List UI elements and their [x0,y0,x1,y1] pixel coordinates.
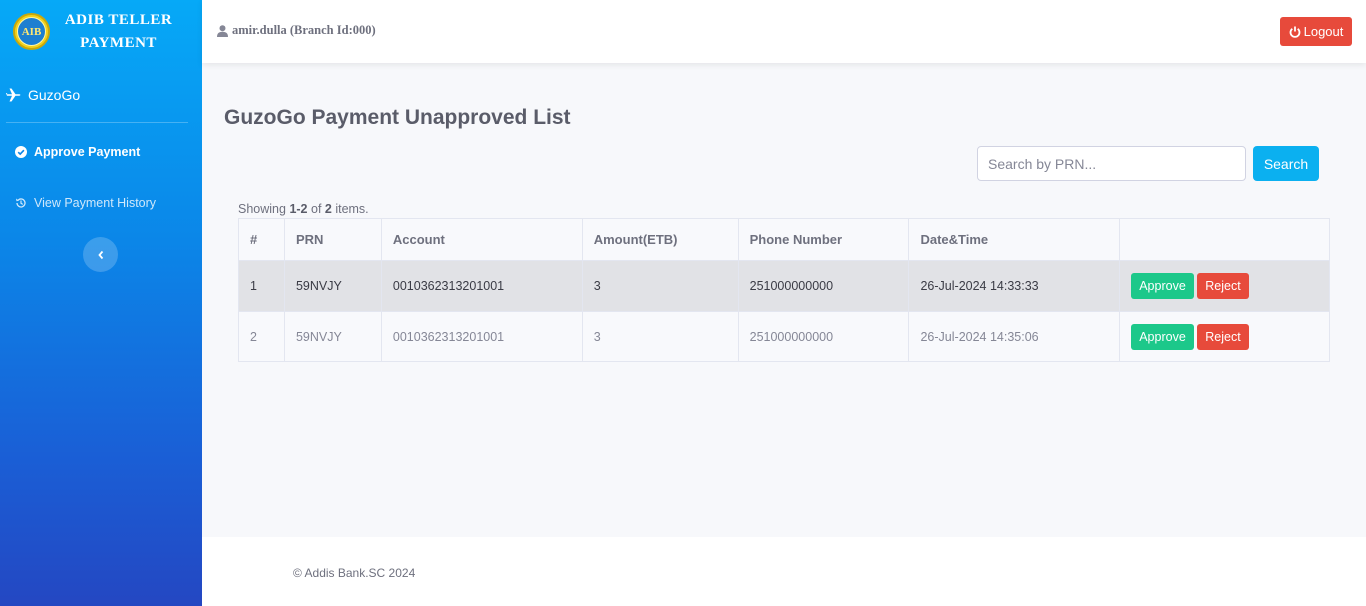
user-info[interactable]: amir.dulla (Branch Id:000) [217,23,376,38]
sidebar-section-guzogo[interactable]: GuzoGo [6,67,188,123]
sidebar-toggle-button[interactable] [83,237,118,272]
cell-datetime: 26-Jul-2024 14:33:33 [908,260,1121,312]
logout-button[interactable]: Logout [1280,17,1352,46]
sidebar: AIB ADIB TELLER PAYMENT GuzoGo Approve P… [0,0,202,606]
summary-range: 1-2 [289,202,308,216]
plane-icon [6,88,21,101]
logout-label: Logout [1303,24,1344,39]
brand-line-2: PAYMENT [80,34,157,51]
brand-line-1: ADIB TELLER [64,11,173,28]
history-icon [16,198,26,208]
table-header-row: # PRN Account Amount(ETB) Phone Number D… [238,218,1330,261]
column-header-amount[interactable]: Amount(ETB) [581,218,739,261]
sidebar-item-approve-payment[interactable]: Approve Payment [0,141,202,163]
logo-text: AIB [17,17,46,46]
cell-amount: 3 [581,260,739,312]
summary-total: 2 [324,202,332,216]
results-summary: Showing 1-2 of 2 items. [238,202,369,216]
cell-actions: Approve Reject [1119,311,1330,362]
bank-logo: AIB [13,13,50,50]
cell-account: 0010362313201001 [380,311,583,362]
cell-phone: 251000000000 [737,260,910,312]
page-title: GuzoGo Payment Unapproved List [224,106,571,129]
chevron-left-icon [97,250,103,259]
column-header-phone[interactable]: Phone Number [737,218,910,261]
search-input[interactable] [977,146,1246,181]
column-header-actions [1119,218,1330,261]
cell-prn: 59NVJY [283,311,382,362]
cell-number: 1 [238,260,285,312]
column-header-datetime[interactable]: Date&Time [908,218,1121,261]
column-header-number[interactable]: # [238,218,285,261]
cell-prn: 59NVJY [283,260,382,312]
brand-title: ADIB TELLER PAYMENT [56,9,181,55]
cell-number: 2 [238,311,285,362]
cell-datetime: 26-Jul-2024 14:35:06 [908,311,1121,362]
sidebar-item-payment-history[interactable]: View Payment History [0,192,202,214]
cell-account: 0010362313201001 [380,260,583,312]
reject-button[interactable]: Reject [1197,273,1249,299]
copyright-text: © Addis Bank.SC 2024 [293,566,416,580]
user-icon [217,24,228,37]
sidebar-item-label: View Payment History [34,196,157,210]
user-label: amir.dulla (Branch Id:000) [232,23,376,37]
summary-middle: of [307,202,325,216]
footer: © Addis Bank.SC 2024 [202,537,1366,606]
summary-prefix: Showing [238,202,290,216]
reject-button[interactable]: Reject [1197,323,1249,350]
approve-button[interactable]: Approve [1131,273,1194,299]
payments-table: # PRN Account Amount(ETB) Phone Number D… [238,218,1330,362]
summary-suffix: items. [331,202,369,216]
check-circle-icon [15,146,27,158]
topbar: amir.dulla (Branch Id:000) Logout [202,0,1366,63]
search-button[interactable]: Search [1253,146,1319,181]
column-header-prn[interactable]: PRN [283,218,382,261]
table-row[interactable]: 1 59NVJY 0010362313201001 3 251000000000… [238,260,1330,312]
power-icon [1289,26,1300,38]
column-header-account[interactable]: Account [380,218,583,261]
sidebar-item-label: Approve Payment [34,145,141,159]
cell-amount: 3 [581,311,739,362]
table-row[interactable]: 2 59NVJY 0010362313201001 3 251000000000… [238,311,1330,362]
sidebar-section-label: GuzoGo [28,86,81,103]
cell-actions: Approve Reject [1119,260,1330,312]
cell-phone: 251000000000 [737,311,910,362]
brand[interactable]: AIB ADIB TELLER PAYMENT [0,0,202,63]
approve-button[interactable]: Approve [1131,323,1194,350]
